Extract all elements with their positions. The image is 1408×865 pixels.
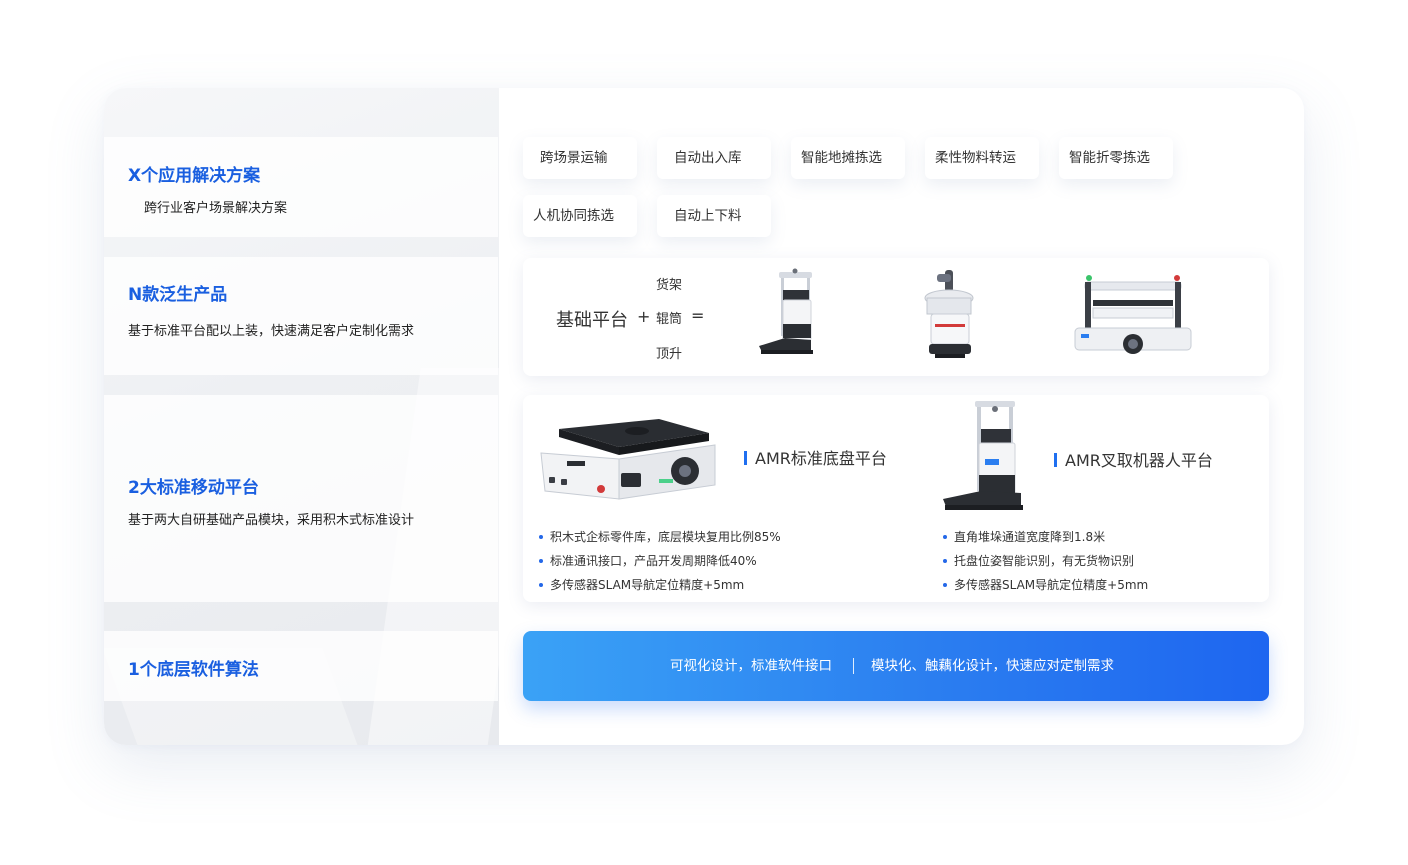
feature-text: 托盘位姿智能识别，有无货物识别 (954, 554, 1135, 568)
row-description: 跨行业客户场景解决方案 (144, 201, 288, 216)
bullet-dot (943, 535, 947, 539)
left-row-products: N款泛生产品 基于标准平台配以上装，快速满足客户定制化需求 (104, 257, 498, 375)
left-column: X个应用解决方案 跨行业客户场景解决方案 N款泛生产品 基于标准平台配以上装，快… (104, 88, 499, 745)
forklift-platform-title: AMR叉取机器人平台 (1054, 447, 1213, 471)
bullet-dot (943, 583, 947, 587)
option-roller: 辊筒 (656, 312, 683, 327)
feature-item: 多传感器SLAM导航定位精度+5mm (943, 576, 1148, 593)
left-row-software: 1个底层软件算法 (104, 631, 498, 701)
row-description: 基于两大自研基础产品模块，采用积木式标准设计 (128, 513, 415, 528)
tag-flexible-material-transfer[interactable]: 柔性物料转运 (925, 137, 1039, 179)
feature-text: 积木式企标零件库，底层模块复用比例85% (550, 530, 781, 544)
software-banner: 可视化设计，标准软件接口 模块化、触藕化设计，快速应对定制需求 (523, 631, 1269, 701)
chassis-robot-image (540, 419, 716, 500)
tag-smart-stall-picking[interactable]: 智能地摊拣选 (791, 137, 905, 179)
feature-item: 积木式企标零件库，底层模块复用比例85% (539, 528, 781, 545)
feature-text: 多传感器SLAM导航定位精度+5mm (550, 578, 745, 592)
separator (853, 658, 854, 674)
platforms-panel: AMR标准底盘平台 积木式企标零件库，底层模块复用比例85% 标准通讯接口，产品… (523, 395, 1269, 602)
base-platform-label: 基础平台 (556, 310, 628, 331)
feature-text: 直角堆垛通道宽度降到1.8米 (954, 530, 1106, 544)
tag-cross-scene-transport[interactable]: 跨场景运输 (523, 137, 637, 179)
tag-auto-loading-unloading[interactable]: 自动上下料 (657, 195, 771, 237)
arm-robot-image (924, 270, 974, 358)
feature-item: 托盘位姿智能识别，有无货物识别 (943, 552, 1134, 569)
accent-bar (1054, 453, 1057, 467)
plus-sign: + (637, 307, 651, 326)
left-row-applications: X个应用解决方案 跨行业客户场景解决方案 (104, 137, 498, 237)
software-left-text: 可视化设计，标准软件接口 (670, 658, 832, 674)
bullet-dot (539, 559, 543, 563)
solution-architecture-card: X个应用解决方案 跨行业客户场景解决方案 N款泛生产品 基于标准平台配以上装，快… (104, 88, 1304, 745)
equals-sign: = (691, 306, 705, 325)
row-description: 基于标准平台配以上装，快速满足客户定制化需求 (128, 324, 415, 339)
chassis-platform-title-text: AMR标准底盘平台 (755, 449, 887, 468)
tag-human-robot-picking[interactable]: 人机协同拣选 (523, 195, 637, 237)
products-panel: 基础平台 + 货架 辊筒 顶升 = (523, 258, 1269, 376)
row-title: 1个底层软件算法 (128, 660, 259, 680)
feature-text: 多传感器SLAM导航定位精度+5mm (954, 578, 1149, 592)
left-row-platforms: 2大标准移动平台 基于两大自研基础产品模块，采用积木式标准设计 (104, 395, 498, 602)
shelf-robot-image (759, 268, 813, 354)
feature-item: 多传感器SLAM导航定位精度+5mm (539, 576, 744, 593)
tag-smart-split-picking[interactable]: 智能折零拣选 (1059, 137, 1173, 179)
roller-robot-image (1074, 275, 1192, 354)
row-title: N款泛生产品 (128, 285, 228, 305)
forklift-robot-image (943, 401, 1023, 510)
row-title: X个应用解决方案 (128, 166, 261, 186)
bullet-dot (943, 559, 947, 563)
accent-bar (744, 451, 747, 465)
feature-item: 直角堆垛通道宽度降到1.8米 (943, 528, 1105, 545)
option-shelf: 货架 (656, 278, 683, 293)
forklift-platform-title-text: AMR叉取机器人平台 (1065, 451, 1213, 470)
software-right-text: 模块化、触藕化设计，快速应对定制需求 (871, 658, 1114, 674)
tag-auto-in-out-storage[interactable]: 自动出入库 (657, 137, 771, 179)
feature-item: 标准通讯接口，产品开发周期降低40% (539, 552, 757, 569)
chassis-platform-title: AMR标准底盘平台 (744, 445, 887, 469)
bullet-dot (539, 583, 543, 587)
bullet-dot (539, 535, 543, 539)
option-jacking: 顶升 (656, 347, 683, 362)
feature-text: 标准通讯接口，产品开发周期降低40% (550, 554, 757, 568)
row-title: 2大标准移动平台 (128, 478, 259, 498)
